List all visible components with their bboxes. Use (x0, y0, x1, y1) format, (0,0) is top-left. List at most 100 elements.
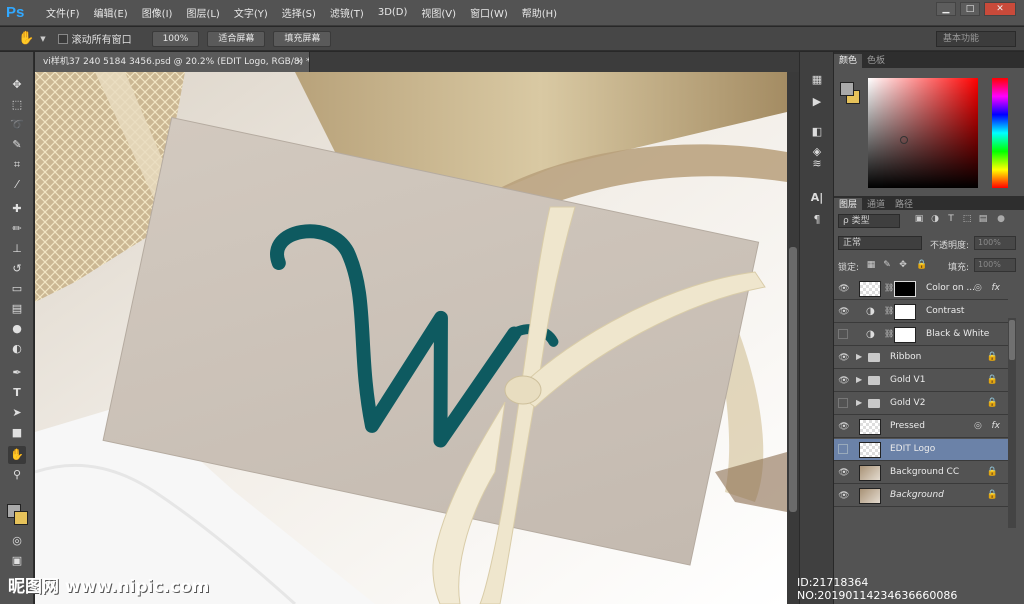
canvas-vertical-scrollbar[interactable] (787, 72, 799, 604)
hidden-visibility-box[interactable] (838, 329, 848, 339)
layer-row[interactable]: 👁 ▶ Ribbon 🔒 (834, 347, 1008, 369)
background-color-swatch[interactable] (14, 511, 28, 525)
filter-toggle-icon[interactable]: ● (996, 214, 1006, 224)
close-window-button[interactable]: ✕ (984, 2, 1016, 16)
history-panel-icon[interactable]: ▦ (808, 72, 826, 88)
color-picker-cursor[interactable] (900, 136, 908, 144)
hidden-visibility-box[interactable] (838, 444, 848, 454)
menu-layer[interactable]: 图层(L) (186, 5, 219, 20)
marquee-tool-icon[interactable]: ⬚ (8, 96, 26, 114)
fit-screen-button[interactable]: 适合屏幕 (207, 30, 266, 47)
info-panel-icon[interactable]: ≋ (808, 156, 826, 172)
eye-icon[interactable]: 👁 (838, 467, 850, 479)
lock-pixels-icon[interactable]: ✎ (882, 260, 892, 270)
paragraph-panel-icon[interactable]: ¶ (808, 212, 826, 228)
layer-row[interactable]: 👁 Background CC 🔒 (834, 462, 1008, 484)
filter-type-icon[interactable]: T (946, 214, 956, 224)
eye-icon[interactable]: 👁 (838, 421, 850, 433)
layer-row[interactable]: ▶ Gold V2 🔒 (834, 393, 1008, 415)
lock-transparency-icon[interactable]: ▦ (866, 260, 876, 270)
dodge-tool-icon[interactable]: ◐ (8, 340, 26, 358)
hidden-visibility-box[interactable] (838, 398, 848, 408)
fx-icon[interactable]: fx (992, 421, 1001, 431)
fill-input[interactable]: 100% (974, 258, 1016, 272)
menu-edit[interactable]: 编辑(E) (94, 5, 128, 20)
panel-foreground-swatch[interactable] (840, 82, 854, 96)
chain-link-icon[interactable]: ⛓ (884, 329, 894, 338)
eye-icon[interactable]: 👁 (838, 283, 850, 295)
hue-slider[interactable] (992, 78, 1008, 188)
eye-icon[interactable]: 👁 (838, 375, 850, 387)
filter-pixel-icon[interactable]: ▣ (914, 214, 924, 224)
eye-icon[interactable]: 👁 (838, 306, 850, 318)
fx-icon[interactable]: fx (992, 283, 1001, 293)
document-tab[interactable]: vi样机37 240 5184 3456.psd @ 20.2% (EDIT L… (35, 52, 310, 72)
filter-adjustment-icon[interactable]: ◑ (930, 214, 940, 224)
healing-brush-tool-icon[interactable]: ✚ (8, 200, 26, 218)
layers-scrollbar-thumb[interactable] (1009, 320, 1015, 360)
preset-dropdown-icon[interactable]: ▼ (40, 35, 45, 43)
filter-shape-icon[interactable]: ⬚ (962, 214, 972, 224)
brush-tool-icon[interactable]: ✏ (8, 220, 26, 238)
quick-mask-icon[interactable]: ◎ (8, 532, 26, 550)
history-brush-tool-icon[interactable]: ↺ (8, 260, 26, 278)
chain-link-icon[interactable]: ⛓ (884, 283, 894, 292)
menu-image[interactable]: 图像(I) (142, 5, 173, 20)
menu-help[interactable]: 帮助(H) (522, 5, 557, 20)
layer-mask-thumbnail[interactable] (894, 304, 916, 320)
layer-row[interactable]: 👁 Background 🔒 (834, 485, 1008, 507)
zoom-100-button[interactable]: 100% (151, 30, 200, 47)
layers-scrollbar[interactable] (1008, 318, 1016, 528)
menu-3d[interactable]: 3D(D) (378, 7, 408, 18)
type-tool-icon[interactable]: T (8, 384, 26, 402)
expand-arrow-icon[interactable]: ▶ (856, 398, 862, 407)
lasso-tool-icon[interactable]: ➰ (8, 116, 26, 134)
layer-mask-thumbnail[interactable] (894, 281, 916, 297)
menu-type[interactable]: 文字(Y) (234, 5, 268, 20)
shape-tool-icon[interactable]: ■ (8, 424, 26, 442)
hand-tool-icon[interactable]: ✋ (8, 446, 26, 464)
expand-arrow-icon[interactable]: ▶ (856, 352, 862, 361)
eyedropper-tool-icon[interactable]: ⁄ (8, 176, 26, 194)
menu-view[interactable]: 视图(V) (421, 5, 456, 20)
expand-arrow-icon[interactable]: ▶ (856, 375, 862, 384)
layer-mask-thumbnail[interactable] (894, 327, 916, 343)
character-panel-icon[interactable]: A| (808, 190, 826, 206)
properties-panel-icon[interactable]: ◧ (808, 124, 826, 140)
workspace-select[interactable]: 基本功能 (936, 31, 1016, 47)
actions-panel-icon[interactable]: ▶ (808, 94, 826, 110)
layer-row[interactable]: 👁 ⛓ Color on ... ◎ fx (834, 278, 1008, 300)
menu-file[interactable]: 文件(F) (46, 5, 80, 20)
screen-mode-icon[interactable]: ▣ (8, 552, 26, 570)
menu-filter[interactable]: 滤镜(T) (330, 5, 364, 20)
scroll-all-windows-checkbox[interactable] (57, 33, 68, 44)
layer-row[interactable]: 👁 Pressed ◎ fx (834, 416, 1008, 438)
blend-mode-select[interactable]: 正常 (838, 236, 922, 250)
eye-icon[interactable]: 👁 (838, 490, 850, 502)
eye-icon[interactable]: 👁 (838, 352, 850, 364)
restore-button[interactable]: □ (960, 2, 980, 16)
tab-swatches[interactable]: 色板 (862, 54, 890, 68)
layer-row[interactable]: 👁 ◑ ⛓ Contrast (834, 301, 1008, 323)
lock-all-icon[interactable]: 🔒 (916, 260, 927, 270)
hand-tool-preset-icon[interactable]: ✋ (18, 31, 34, 46)
color-picker-field[interactable] (868, 78, 978, 188)
quick-select-tool-icon[interactable]: ✎ (8, 136, 26, 154)
menu-window[interactable]: 窗口(W) (470, 5, 508, 20)
blur-tool-icon[interactable]: ● (8, 320, 26, 338)
crop-tool-icon[interactable]: ⌗ (8, 156, 26, 174)
menu-select[interactable]: 选择(S) (282, 5, 316, 20)
minimize-button[interactable]: ▁ (936, 2, 956, 16)
chain-link-icon[interactable]: ⛓ (884, 306, 894, 315)
layer-row[interactable]: ◑ ⛓ Black & White (834, 324, 1008, 346)
lock-position-icon[interactable]: ✥ (898, 260, 908, 270)
scrollbar-thumb[interactable] (789, 247, 797, 512)
move-tool-icon[interactable]: ✥ (8, 76, 26, 94)
zoom-tool-icon[interactable]: ⚲ (8, 466, 26, 484)
filter-smart-icon[interactable]: ▤ (978, 214, 988, 224)
layer-filter-select[interactable]: ρ 类型 (838, 214, 900, 228)
path-select-tool-icon[interactable]: ➤ (8, 404, 26, 422)
document-canvas[interactable] (35, 72, 787, 604)
gradient-tool-icon[interactable]: ▤ (8, 300, 26, 318)
tab-color[interactable]: 颜色 (834, 54, 863, 68)
